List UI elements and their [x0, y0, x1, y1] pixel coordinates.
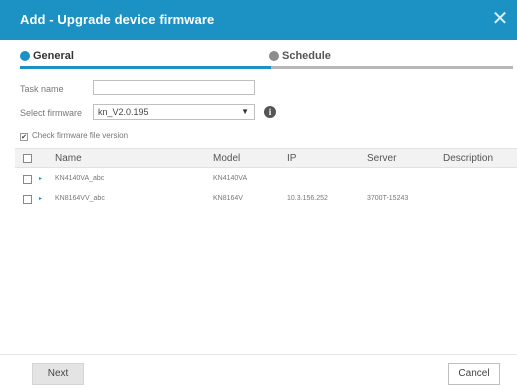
step-progress-active — [20, 66, 271, 69]
cell-name: KN8164VV_abc — [55, 195, 105, 202]
table-row[interactable]: ▸ KN4140VA_abc KN4140VA — [15, 170, 517, 190]
step-progress-inactive — [271, 66, 513, 69]
col-server-header[interactable]: Server — [367, 153, 396, 164]
check-firmware-version[interactable]: ✔ Check firmware file version — [20, 131, 128, 141]
close-icon[interactable]: ✕ — [489, 9, 511, 31]
firmware-select[interactable]: kn_V2.0.195 ▼ — [93, 104, 255, 120]
tab-general-label: General — [33, 50, 74, 62]
check-firmware-checkbox[interactable]: ✔ — [20, 133, 28, 141]
task-name-label: Task name — [20, 84, 64, 94]
dialog-title: Add - Upgrade device firmware — [20, 12, 215, 27]
cell-server: 3700T-15243 — [367, 195, 409, 202]
col-model-header[interactable]: Model — [213, 153, 240, 164]
cell-ip: 10.3.156.252 — [287, 195, 328, 202]
task-name-input[interactable] — [93, 80, 255, 95]
row-checkbox[interactable] — [23, 175, 32, 184]
wizard-steps: General Schedule — [20, 44, 513, 70]
expand-icon[interactable]: ▸ — [39, 195, 42, 202]
firmware-label: Select firmware — [20, 108, 83, 118]
check-firmware-label: Check firmware file version — [32, 131, 129, 140]
col-ip-header[interactable]: IP — [287, 153, 296, 164]
dialog-footer: Next Cancel — [0, 354, 517, 389]
info-icon[interactable]: i — [264, 106, 276, 118]
dialog-header: Add - Upgrade device firmware ✕ — [0, 0, 517, 40]
expand-icon[interactable]: ▸ — [39, 175, 42, 182]
cancel-button[interactable]: Cancel — [448, 363, 500, 385]
select-all-checkbox[interactable] — [23, 154, 32, 163]
tab-schedule-label: Schedule — [282, 50, 331, 62]
step-inactive-dot-icon — [269, 51, 279, 61]
cell-model: KN8164V — [213, 195, 243, 202]
table-header: Name Model IP Server Description — [15, 148, 517, 168]
dropdown-arrow-icon: ▼ — [241, 107, 249, 116]
device-table: Name Model IP Server Description ▸ KN414… — [15, 148, 517, 210]
row-checkbox[interactable] — [23, 195, 32, 204]
cell-name: KN4140VA_abc — [55, 175, 105, 182]
cell-model: KN4140VA — [213, 175, 248, 182]
next-button[interactable]: Next — [32, 363, 84, 385]
col-description-header[interactable]: Description — [443, 153, 493, 164]
step-active-dot-icon — [20, 51, 30, 61]
col-name-header[interactable]: Name — [55, 153, 82, 164]
table-row[interactable]: ▸ KN8164VV_abc KN8164V 10.3.156.252 3700… — [15, 190, 517, 210]
firmware-select-value: kn_V2.0.195 — [98, 107, 149, 117]
